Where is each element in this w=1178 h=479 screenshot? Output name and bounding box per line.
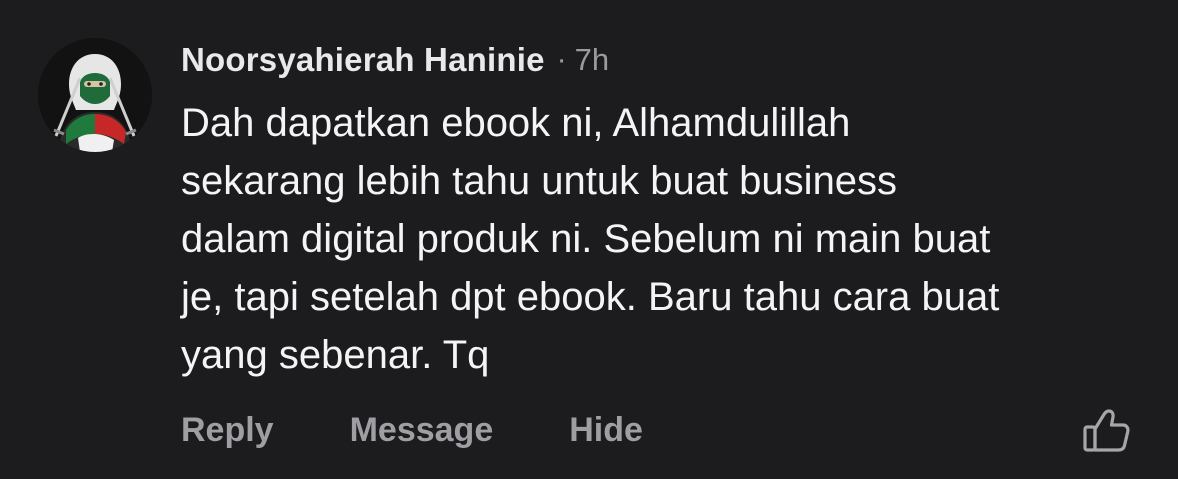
message-button[interactable]: Message (350, 411, 494, 450)
timestamp[interactable]: 7h (575, 42, 609, 78)
comment: Noorsyahierah Haninie · 7h Dah dapatkan … (0, 0, 1178, 479)
separator-dot: · (556, 43, 567, 76)
avatar[interactable] (38, 38, 152, 152)
comment-header: Noorsyahierah Haninie · 7h (181, 38, 609, 82)
comment-text: Dah dapatkan ebook ni, Alhamdulillah sek… (181, 101, 1000, 377)
author-name[interactable]: Noorsyahierah Haninie (181, 41, 545, 79)
hide-button[interactable]: Hide (569, 411, 643, 450)
like-button[interactable] (1080, 404, 1132, 456)
thumbs-up-icon (1083, 409, 1130, 452)
avatar-image (38, 38, 152, 152)
comment-actions: Reply Message Hide (181, 406, 719, 454)
reply-button[interactable]: Reply (181, 411, 274, 450)
